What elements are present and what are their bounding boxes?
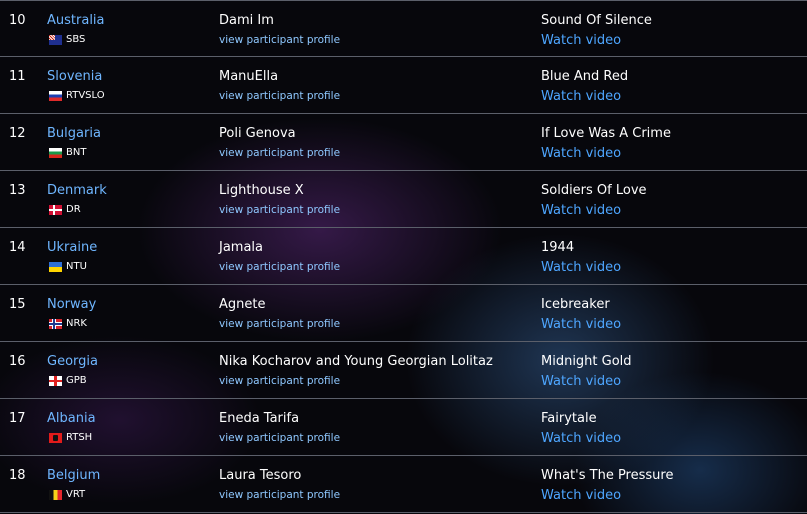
artist-name: Eneda Tarifa — [219, 411, 300, 426]
song-title: What's The Pressure — [541, 468, 674, 483]
view-participant-profile-link[interactable]: view participant profile — [219, 261, 340, 273]
georgia-flag-icon — [49, 375, 62, 386]
watch-video-link[interactable]: Watch video — [541, 260, 621, 275]
belgium-flag-icon — [49, 489, 62, 500]
country-link[interactable]: Bulgaria — [47, 126, 101, 141]
table-row: 13 Denmark DR Lighthouse X view particip… — [0, 171, 807, 228]
running-order-number: 18 — [9, 468, 26, 483]
broadcaster: DR — [49, 204, 81, 215]
artist-name: Nika Kocharov and Young Georgian Lolitaz — [219, 354, 493, 369]
broadcaster-label: VRT — [66, 489, 86, 500]
table-row: 14 Ukraine NTU Jamala view participant p… — [0, 228, 807, 285]
view-participant-profile-link[interactable]: view participant profile — [219, 432, 340, 444]
view-participant-profile-link[interactable]: view participant profile — [219, 318, 340, 330]
country-link[interactable]: Georgia — [47, 354, 98, 369]
watch-video-link[interactable]: Watch video — [541, 431, 621, 446]
watch-video-link[interactable]: Watch video — [541, 33, 621, 48]
running-order-number: 17 — [9, 411, 26, 426]
broadcaster-label: RTVSLO — [66, 90, 105, 101]
slovenia-flag-icon — [49, 90, 62, 101]
broadcaster-label: GPB — [66, 375, 87, 386]
table-row: 16 Georgia GPB Nika Kocharov and Young G… — [0, 342, 807, 399]
broadcaster: VRT — [49, 489, 85, 500]
running-order-number: 15 — [9, 297, 26, 312]
ukraine-flag-icon — [49, 261, 62, 272]
country-link[interactable]: Denmark — [47, 183, 107, 198]
view-participant-profile-link[interactable]: view participant profile — [219, 204, 340, 216]
artist-name: Jamala — [219, 240, 264, 255]
running-order-number: 12 — [9, 126, 26, 141]
artist-name: ManuElla — [219, 69, 279, 84]
view-participant-profile-link[interactable]: view participant profile — [219, 34, 340, 46]
running-order-number: 13 — [9, 183, 26, 198]
broadcaster: NTU — [49, 261, 87, 272]
country-link[interactable]: Albania — [47, 411, 96, 426]
artist-name: Poli Genova — [219, 126, 296, 141]
broadcaster-label: RTSH — [66, 432, 93, 443]
broadcaster: RTVSLO — [49, 90, 105, 101]
table-row: 18 Belgium VRT Laura Tesoro view partici… — [0, 456, 807, 513]
broadcaster-label: SBS — [66, 34, 86, 45]
country-link[interactable]: Slovenia — [47, 69, 102, 84]
country-link[interactable]: Belgium — [47, 468, 100, 483]
denmark-flag-icon — [49, 204, 62, 215]
country-link[interactable]: Australia — [47, 13, 105, 28]
broadcaster-label: NRK — [66, 318, 87, 329]
watch-video-link[interactable]: Watch video — [541, 89, 621, 104]
view-participant-profile-link[interactable]: view participant profile — [219, 147, 340, 159]
song-title: Midnight Gold — [541, 354, 632, 369]
table-row: 10 Australia SBS Dami Im view participan… — [0, 0, 807, 57]
artist-name: Lighthouse X — [219, 183, 304, 198]
broadcaster: NRK — [49, 318, 87, 329]
broadcaster: RTSH — [49, 432, 92, 443]
watch-video-link[interactable]: Watch video — [541, 146, 621, 161]
song-title: Sound Of Silence — [541, 13, 652, 28]
bulgaria-flag-icon — [49, 147, 62, 158]
table-row: 11 Slovenia RTVSLO ManuElla view partici… — [0, 57, 807, 114]
watch-video-link[interactable]: Watch video — [541, 317, 621, 332]
country-link[interactable]: Norway — [47, 297, 96, 312]
broadcaster-label: DR — [66, 204, 81, 215]
albania-flag-icon — [49, 432, 62, 443]
artist-name: Dami Im — [219, 13, 274, 28]
table-row: 17 Albania RTSH Eneda Tarifa view partic… — [0, 399, 807, 456]
broadcaster-label: NTU — [66, 261, 87, 272]
running-order-number: 10 — [9, 13, 26, 28]
table-row: 12 Bulgaria BNT Poli Genova view partici… — [0, 114, 807, 171]
running-order-number: 14 — [9, 240, 26, 255]
artist-name: Agnete — [219, 297, 266, 312]
watch-video-link[interactable]: Watch video — [541, 203, 621, 218]
australia-flag-icon — [49, 34, 62, 45]
broadcaster: SBS — [49, 34, 85, 45]
table-row: 15 Norway NRK Agnete view participant pr… — [0, 285, 807, 342]
watch-video-link[interactable]: Watch video — [541, 488, 621, 503]
view-participant-profile-link[interactable]: view participant profile — [219, 489, 340, 501]
running-order-number: 11 — [9, 69, 26, 84]
view-participant-profile-link[interactable]: view participant profile — [219, 90, 340, 102]
view-participant-profile-link[interactable]: view participant profile — [219, 375, 340, 387]
song-title: Fairytale — [541, 411, 597, 426]
broadcaster-label: BNT — [66, 147, 87, 158]
song-title: If Love Was A Crime — [541, 126, 671, 141]
song-title: Soldiers Of Love — [541, 183, 647, 198]
song-title: Icebreaker — [541, 297, 610, 312]
country-link[interactable]: Ukraine — [47, 240, 97, 255]
artist-name: Laura Tesoro — [219, 468, 302, 483]
participants-table: 10 Australia SBS Dami Im view participan… — [0, 0, 807, 513]
norway-flag-icon — [49, 318, 62, 329]
song-title: Blue And Red — [541, 69, 629, 84]
song-title: 1944 — [541, 240, 575, 255]
broadcaster: BNT — [49, 147, 86, 158]
running-order-number: 16 — [9, 354, 26, 369]
watch-video-link[interactable]: Watch video — [541, 374, 621, 389]
broadcaster: GPB — [49, 375, 87, 386]
